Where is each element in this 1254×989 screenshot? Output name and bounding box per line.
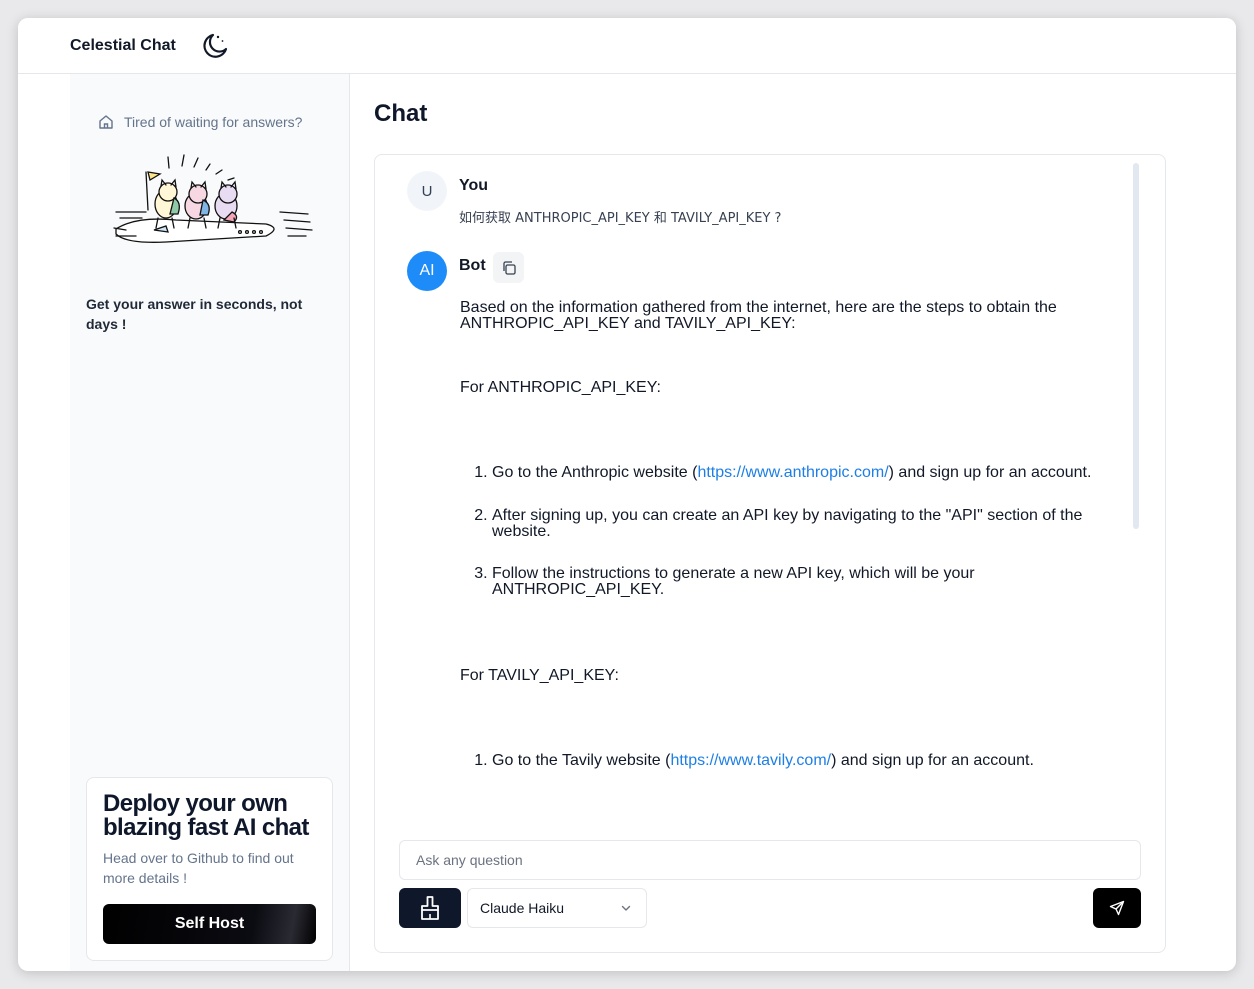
step-text: After signing up, you can create an API … — [492, 507, 1083, 540]
step-text: ) and sign up for an account. — [888, 464, 1092, 481]
sidebar: Tired of waiting for answers? Get your a… — [70, 74, 350, 971]
anthropic-link[interactable]: https://www.anthropic.com/ — [697, 464, 888, 481]
tagline: Get your answer in seconds, not days ! — [86, 296, 303, 332]
brush-icon — [421, 896, 439, 920]
app-window: Celestial Chat Tired of waiting for answ… — [18, 18, 1236, 971]
page-title: Chat — [374, 100, 428, 127]
moon-icon[interactable] — [201, 32, 229, 60]
list-item: Follow the instructions to generate a ne… — [492, 566, 1100, 598]
deploy-card: Deploy your own blazing fast AI chat Hea… — [86, 777, 333, 961]
step-text: Go to the Tavily website ( — [492, 752, 671, 769]
tavily-steps-list: Go to the Tavily website (https://www.ta… — [460, 753, 1100, 769]
chat-card: U You 如何获取 ANTHROPIC_API_KEY 和 TAVILY_AP… — [374, 154, 1166, 953]
chevron-down-icon — [621, 905, 631, 911]
step-text: Go to the Anthropic website ( — [492, 464, 698, 481]
user-name: You — [459, 177, 489, 194]
deploy-description: Head over to Github to find out more det… — [103, 850, 294, 886]
step-text: ) and sign up for an account. — [831, 752, 1034, 769]
list-item: Go to the Tavily website (https://www.ta… — [492, 753, 1100, 769]
question-input[interactable] — [399, 840, 1141, 880]
bot-name: Bot — [459, 257, 486, 274]
user-avatar: U — [407, 171, 447, 211]
section-heading-tavily: For TAVILY_API_KEY: — [460, 667, 619, 684]
cats-on-plane-illustration — [113, 154, 313, 243]
brand-title[interactable]: Celestial Chat — [70, 37, 176, 55]
anthropic-steps-list: Go to the Anthropic website (https://www… — [460, 465, 1100, 598]
copy-button[interactable] — [493, 252, 524, 283]
top-bar: Celestial Chat — [18, 18, 1236, 74]
copy-icon — [502, 260, 516, 275]
scrollbar[interactable] — [1133, 163, 1139, 529]
send-icon — [1109, 900, 1125, 916]
deploy-title: Deploy your own blazing fast AI chat — [103, 790, 309, 841]
list-item: Go to the Anthropic website (https://www… — [492, 465, 1100, 481]
section-heading-anthropic: For ANTHROPIC_API_KEY: — [460, 379, 661, 396]
model-select-value: Claude Haiku — [480, 900, 565, 916]
user-message-text: 如何获取 ANTHROPIC_API_KEY 和 TAVILY_API_KEY … — [459, 211, 782, 226]
answer-intro: Based on the information gathered from t… — [460, 299, 1057, 332]
tavily-link[interactable]: https://www.tavily.com/ — [670, 752, 831, 769]
bot-answer: Based on the information gathered from t… — [460, 300, 1100, 769]
clear-chat-button[interactable] — [399, 888, 461, 928]
promo-row: Tired of waiting for answers? — [98, 114, 302, 130]
step-text: Follow the instructions to generate a ne… — [492, 565, 975, 598]
chat-panel: Chat U You 如何获取 ANTHROPIC_API_KEY 和 TAVI… — [351, 74, 1236, 971]
promo-text: Tired of waiting for answers? — [124, 114, 303, 130]
model-select[interactable]: Claude Haiku — [467, 888, 647, 928]
self-host-button[interactable]: Self Host — [103, 904, 316, 944]
send-button[interactable] — [1093, 888, 1141, 928]
bot-avatar: AI — [407, 251, 447, 291]
list-item: After signing up, you can create an API … — [492, 508, 1100, 540]
home-icon — [99, 115, 113, 129]
